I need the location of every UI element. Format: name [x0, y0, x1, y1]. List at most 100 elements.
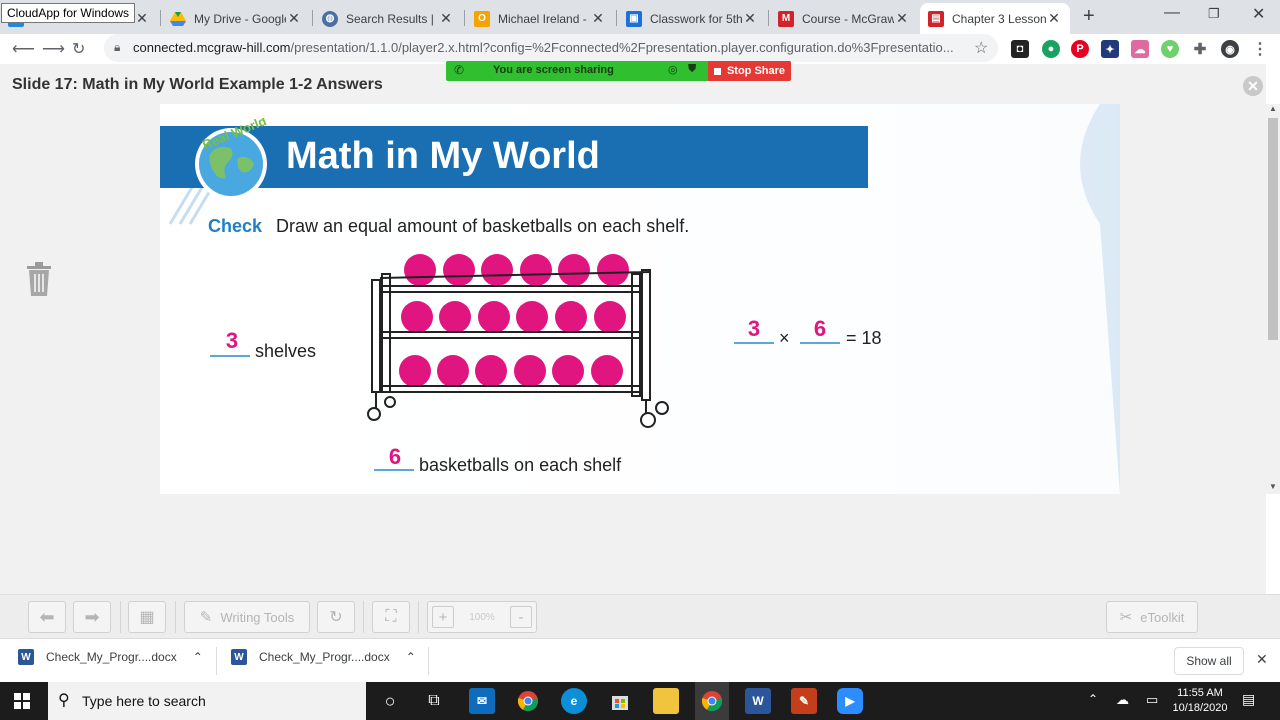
pencil-icon: ✎: [199, 609, 213, 626]
per-shelf-answer: 6: [388, 444, 402, 469]
zoom-out-button[interactable]: -: [509, 606, 532, 628]
check-label: Check: [208, 216, 263, 236]
url-host: connected.mcgraw-hill.com: [133, 40, 291, 55]
close-tab-icon[interactable]: ✕: [1046, 10, 1062, 27]
trash-icon[interactable]: [26, 262, 52, 301]
show-all-button[interactable]: Show all: [1174, 647, 1244, 675]
answer-blank: [734, 342, 774, 344]
answer-blank: [800, 342, 840, 344]
refresh-button[interactable]: ↻: [317, 601, 355, 633]
download-item[interactable]: W Check_My_Progr....docx ⌃: [18, 649, 203, 665]
forward-icon[interactable]: ⟶: [42, 39, 65, 59]
file-explorer-icon[interactable]: [653, 688, 679, 714]
extension-icon[interactable]: ✦: [1101, 40, 1119, 58]
close-shelf-icon[interactable]: ✕: [1256, 651, 1268, 668]
tab-outlook[interactable]: O Michael Ireland - C ✕: [466, 3, 614, 34]
app-icon[interactable]: ✎: [791, 688, 817, 714]
word-doc-icon: W: [231, 649, 247, 665]
shelves-label: shelves: [255, 341, 317, 361]
close-tab-icon[interactable]: ✕: [742, 10, 758, 27]
notifications-icon[interactable]: ▤: [1242, 691, 1255, 708]
menu-icon[interactable]: ⋮: [1251, 40, 1269, 58]
close-tab-icon[interactable]: ✕: [590, 10, 606, 27]
etoolkit-button[interactable]: ✂ eToolkit: [1106, 601, 1198, 633]
chrome-active-icon[interactable]: [695, 682, 729, 720]
scroll-down-icon[interactable]: ▼: [1269, 482, 1277, 491]
extension-icon[interactable]: ●: [1042, 40, 1060, 58]
close-tab-icon[interactable]: ✕: [894, 10, 910, 27]
screen-share-bar: ✆ You are screen sharing ◎ ⛊ Stop Share: [446, 61, 791, 81]
restore-icon[interactable]: ❐: [1208, 6, 1220, 22]
pinterest-icon[interactable]: P: [1071, 40, 1089, 58]
extension-icon[interactable]: ☁: [1131, 40, 1149, 58]
chevron-up-icon[interactable]: ⌃: [406, 650, 416, 664]
times-sign: ×: [779, 328, 790, 348]
profile-avatar[interactable]: ◉: [1221, 40, 1239, 58]
chevron-up-icon[interactable]: ⌃: [193, 650, 203, 664]
instruction-text: Draw an equal amount of basketballs on e…: [276, 216, 690, 236]
zoom-icon[interactable]: ▶: [837, 688, 863, 714]
google-drive-icon: [170, 11, 186, 27]
store-icon[interactable]: [607, 688, 633, 714]
slide-grid-button[interactable]: ▦: [128, 601, 166, 633]
extension-icon[interactable]: ◘: [1011, 40, 1029, 58]
taskbar-search[interactable]: ⚲ Type here to search: [48, 682, 366, 720]
classroom-icon: ▣: [626, 10, 642, 27]
back-icon[interactable]: ⟵: [12, 39, 35, 59]
edge-icon[interactable]: e: [561, 688, 587, 714]
cloud-icon[interactable]: ☁: [1116, 692, 1129, 708]
refresh-icon: ↻: [329, 609, 343, 626]
download-shelf: W Check_My_Progr....docx ⌃ W Check_My_Pr…: [0, 638, 1280, 682]
fullscreen-icon: ⛶: [385, 608, 397, 625]
equation-factor-1: 3: [747, 316, 761, 341]
minimize-icon[interactable]: —: [1164, 4, 1180, 22]
shelves-answer: 3: [225, 328, 239, 353]
extension-icon[interactable]: ♥: [1161, 40, 1179, 58]
stop-share-button[interactable]: Stop Share: [708, 61, 791, 81]
star-icon[interactable]: ☆: [974, 38, 988, 58]
tab-course[interactable]: M Course - McGraw- ✕: [770, 3, 918, 34]
next-slide-button[interactable]: ➡: [73, 601, 111, 633]
banner-title: Math in My World: [286, 135, 600, 177]
windows-start-icon[interactable]: [14, 693, 30, 714]
phone-icon: ✆: [454, 63, 465, 77]
tab-chapter-3[interactable]: ▤ Chapter 3 Lesson ✕: [920, 3, 1070, 34]
close-tab-icon[interactable]: ✕: [286, 10, 302, 27]
scrollbar[interactable]: ▲ ▼: [1266, 104, 1280, 494]
player-toolbar: ⬅ ➡ ▦ ✎ Writing Tools ↻ ⛶ + 100% - ✂ eTo…: [0, 594, 1280, 638]
puzzle-icon[interactable]: ✚: [1191, 40, 1209, 58]
download-item[interactable]: W Check_My_Progr....docx ⌃: [231, 649, 416, 665]
system-clock[interactable]: 11:55 AM 10/18/2020: [1168, 686, 1232, 716]
pause-icon[interactable]: ◎: [668, 63, 678, 76]
tab-classwork[interactable]: ▣ Classwork for 5th ✕: [618, 3, 766, 34]
globe-icon: ◍: [322, 10, 338, 27]
address-bar[interactable]: 🔒︎ connected.mcgraw-hill.com/presentatio…: [104, 34, 998, 62]
slide-canvas: Real World Math in My World Check Draw a…: [160, 104, 1120, 494]
close-slide-icon[interactable]: ✕: [1243, 76, 1263, 96]
window-close-icon[interactable]: ✕: [1252, 4, 1265, 24]
tab-my-drive[interactable]: My Drive - Google ✕: [162, 3, 310, 34]
zoom-level: 100%: [469, 611, 495, 623]
zoom-in-button[interactable]: +: [432, 606, 454, 628]
zoom-control: + 100% -: [427, 601, 537, 633]
writing-tools-button[interactable]: ✎ Writing Tools: [184, 601, 310, 633]
scroll-up-icon[interactable]: ▲: [1269, 104, 1277, 113]
close-tab-icon[interactable]: ✕: [438, 10, 454, 27]
close-tab-icon[interactable]: ✕: [134, 10, 150, 27]
network-icon[interactable]: ▭: [1146, 692, 1158, 708]
cortana-icon[interactable]: ○: [377, 688, 403, 714]
shield-icon[interactable]: ⛊: [688, 63, 696, 76]
scrollbar-thumb[interactable]: [1268, 118, 1278, 340]
chevron-up-icon[interactable]: ⌃: [1088, 692, 1098, 706]
new-tab-button[interactable]: +: [1083, 5, 1095, 28]
tab-search-results[interactable]: ◍ Search Results | D ✕: [314, 3, 462, 34]
reload-icon[interactable]: ↻: [72, 39, 85, 59]
arrow-right-icon: ➡: [84, 606, 100, 627]
fullscreen-button[interactable]: ⛶: [372, 601, 410, 633]
tooltip: CloudApp for Windows: [1, 3, 136, 23]
previous-slide-button[interactable]: ⬅: [28, 601, 66, 633]
task-view-icon[interactable]: ⧉: [421, 688, 447, 714]
mail-icon[interactable]: ✉: [469, 688, 495, 714]
word-icon[interactable]: W: [745, 688, 771, 714]
chrome-icon[interactable]: [515, 688, 541, 714]
